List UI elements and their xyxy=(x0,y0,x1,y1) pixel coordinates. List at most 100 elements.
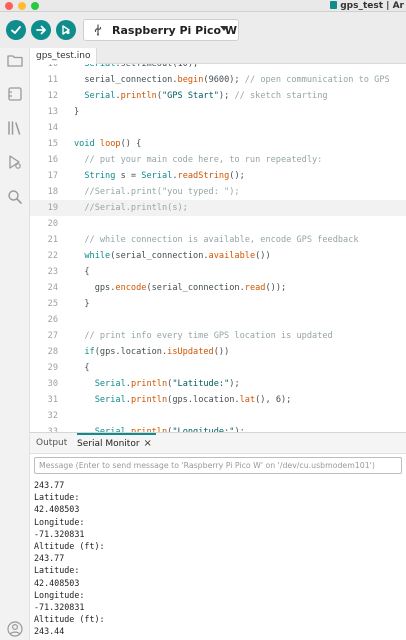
line-number: 13 xyxy=(47,107,58,117)
line-number: 33 xyxy=(47,427,58,432)
serial-output-line: 243.77 xyxy=(34,480,65,490)
usb-icon xyxy=(94,24,102,36)
code-text: // print info every time GPS location is… xyxy=(84,331,333,341)
line-number: 24 xyxy=(47,283,58,293)
line-number: 28 xyxy=(47,347,58,357)
title-bar: gps_test | Ar xyxy=(0,0,406,12)
folder-icon xyxy=(7,55,23,67)
code-text: //Serial.println(s); xyxy=(84,203,188,213)
code-text: while(serial_connection.available()) xyxy=(84,251,271,261)
serial-message-input[interactable] xyxy=(34,457,402,474)
debug-icon xyxy=(9,155,21,169)
window-close-button[interactable] xyxy=(5,2,13,10)
code-text: // while connection is available, encode… xyxy=(84,235,359,245)
serial-output-line: Longitude: xyxy=(34,589,85,600)
user-icon xyxy=(7,621,23,637)
sidebar-item-search[interactable] xyxy=(6,188,24,206)
window-minimize-button[interactable] xyxy=(18,2,26,10)
line-number: 10 xyxy=(47,64,58,69)
code-line[interactable]: 28 if(gps.location.isUpdated()) xyxy=(30,344,406,360)
upload-button[interactable] xyxy=(31,20,51,40)
code-line[interactable]: 18 //Serial.print("you typed: "); xyxy=(30,184,406,200)
code-line[interactable]: 23 { xyxy=(30,264,406,280)
code-line[interactable]: 16 // put your main code here, to run re… xyxy=(30,152,406,168)
code-text: Serial.println(gps.location.lat(), 6); xyxy=(94,395,292,405)
line-number: 21 xyxy=(47,235,58,245)
code-text: } xyxy=(74,107,80,117)
line-number: 18 xyxy=(47,187,58,197)
code-text: // put your main code here, to run repea… xyxy=(84,155,323,165)
tab-output[interactable]: Output xyxy=(36,433,67,454)
line-number: 25 xyxy=(47,299,58,309)
code-line[interactable]: 22 while(serial_connection.available()) xyxy=(30,248,406,264)
sidebar-item-profile[interactable] xyxy=(6,620,24,638)
arrow-right-icon xyxy=(36,25,46,35)
code-line[interactable]: 14 xyxy=(30,120,406,136)
tab-serial-monitor[interactable]: Serial Monitor × xyxy=(77,433,156,454)
serial-output-line: 42.408503 xyxy=(34,504,80,515)
code-line[interactable]: 33 Serial.println("Longitude:"); xyxy=(30,424,406,432)
code-line[interactable]: 17 String s = Serial.readString(); xyxy=(30,168,406,184)
code-line[interactable]: 30 Serial.println("Latitude:"); xyxy=(30,376,406,392)
sidebar-item-library-manager[interactable] xyxy=(6,119,24,137)
code-line[interactable]: 24 gps.encode(serial_connection.read()); xyxy=(30,280,406,296)
app-icon xyxy=(330,1,338,9)
serial-output-line: 243.44 xyxy=(34,626,65,637)
code-line[interactable]: 10 Serial.setTimeout(10); xyxy=(30,64,406,72)
line-number: 31 xyxy=(47,395,58,405)
chevron-down-icon xyxy=(220,26,228,31)
code-line[interactable]: 20 xyxy=(30,216,406,232)
close-icon[interactable]: × xyxy=(144,435,152,453)
code-text: gps.encode(serial_connection.read()); xyxy=(74,283,287,293)
tab-gps-test[interactable]: gps_test.ino xyxy=(30,48,98,64)
code-line[interactable]: 13} xyxy=(30,104,406,120)
line-number: 16 xyxy=(47,155,58,165)
code-editor[interactable]: 10 Serial.setTimeout(10); 11 serial_conne… xyxy=(30,64,406,432)
debug-icon xyxy=(62,25,70,35)
line-number: 30 xyxy=(47,379,58,389)
code-line[interactable]: 32 xyxy=(30,408,406,424)
code-text: { xyxy=(74,267,90,277)
serial-output-line: Altitude (ft): xyxy=(34,614,105,625)
window-title-text: gps_test | Ar xyxy=(340,1,404,11)
board-selector[interactable]: Raspberry Pi Pico W xyxy=(83,19,239,41)
line-number: 22 xyxy=(47,251,58,261)
line-number: 20 xyxy=(47,219,58,229)
window-zoom-button[interactable] xyxy=(31,2,39,10)
sidebar-item-sketchbook[interactable] xyxy=(6,52,24,70)
serial-output-line: Altitude (ft): xyxy=(34,540,105,551)
code-text: if(gps.location.isUpdated()) xyxy=(84,347,230,357)
debug-button[interactable] xyxy=(56,20,76,40)
code-text: String s = Serial.readString(); xyxy=(84,171,245,181)
serial-output-line: Latitude: xyxy=(34,565,80,576)
line-number: 11 xyxy=(47,75,58,85)
board-name: Raspberry Pi Pico W xyxy=(112,23,238,37)
serial-output-line: Latitude: xyxy=(34,492,80,503)
code-text: serial_connection.begin(9600); // open c… xyxy=(84,75,390,85)
code-line[interactable]: 29 { xyxy=(30,360,406,376)
panel-tabs: Output Serial Monitor × xyxy=(30,433,406,454)
code-line[interactable]: 11 serial_connection.begin(9600); // ope… xyxy=(30,72,406,88)
code-line[interactable]: 19 //Serial.println(s); xyxy=(30,200,406,216)
file-tab-strip: gps_test.ino xyxy=(30,48,406,64)
code-line[interactable]: 26 xyxy=(30,312,406,328)
line-number: 14 xyxy=(47,123,58,133)
line-number: 32 xyxy=(47,411,58,421)
code-text: Serial.setTimeout(10); xyxy=(84,64,199,69)
code-text: { xyxy=(74,363,90,373)
sidebar-item-debug[interactable] xyxy=(6,153,24,171)
code-text: void loop() { xyxy=(74,139,142,149)
code-text: Serial.println("Latitude:"); xyxy=(94,379,240,389)
code-line[interactable]: 27 // print info every time GPS location… xyxy=(30,328,406,344)
code-line[interactable]: 21 // while connection is available, enc… xyxy=(30,232,406,248)
serial-output-line: 42.408503 xyxy=(34,577,80,588)
code-line[interactable]: 31 Serial.println(gps.location.lat(), 6)… xyxy=(30,392,406,408)
verify-button[interactable] xyxy=(6,20,26,40)
code-line[interactable]: 15 void loop() { xyxy=(30,136,406,152)
line-number: 17 xyxy=(47,171,58,181)
sidebar-item-boards-manager[interactable] xyxy=(6,85,24,103)
window-title: gps_test | Ar xyxy=(330,0,404,12)
code-line[interactable]: 12 Serial.println("GPS Start"); // sketc… xyxy=(30,88,406,104)
line-number: 15 xyxy=(47,139,58,149)
code-line[interactable]: 25 } xyxy=(30,296,406,312)
